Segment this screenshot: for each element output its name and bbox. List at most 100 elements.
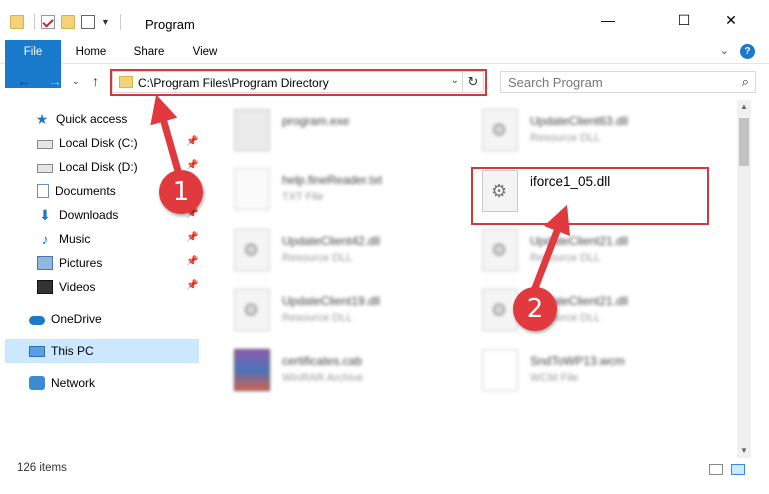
- forward-arrow-icon[interactable]: →: [48, 73, 62, 89]
- pc-icon: [29, 345, 45, 357]
- file-item[interactable]: certificates.cab WinRAR Archive: [212, 345, 452, 393]
- drive-icon: [37, 164, 53, 173]
- file-name: UpdateClient19.dll: [282, 294, 381, 308]
- up-arrow-icon[interactable]: ↑: [92, 73, 99, 89]
- sidebar-item-this-pc[interactable]: This PC: [5, 339, 199, 363]
- sidebar-item-label: Music: [59, 232, 91, 246]
- videos-icon: [37, 280, 53, 294]
- sidebar-item-label: Local Disk (C:): [59, 136, 138, 150]
- help-icon[interactable]: ?: [740, 44, 755, 59]
- file-name: help.fineReader.txt: [282, 173, 383, 187]
- chevron-down-icon[interactable]: ▼: [101, 17, 110, 27]
- documents-icon: [37, 184, 49, 198]
- sidebar-item-music[interactable]: ♪ Music 📌: [37, 227, 200, 251]
- file-type: Resource DLL: [530, 252, 601, 264]
- file-type: TXT File: [282, 191, 324, 203]
- drive-icon: [37, 140, 53, 149]
- window-bottom-edge: [0, 480, 769, 494]
- search-placeholder: Search Program: [508, 75, 603, 90]
- dll-icon: [482, 229, 518, 271]
- sidebar-item-videos[interactable]: Videos 📌: [37, 275, 200, 299]
- tab-share[interactable]: Share: [124, 40, 174, 64]
- details-view-icon[interactable]: [709, 464, 723, 475]
- pin-icon[interactable]: 📌: [186, 232, 198, 243]
- sidebar-item-network[interactable]: Network: [29, 371, 229, 395]
- file-name: program.exe: [282, 114, 350, 128]
- expand-ribbon-icon[interactable]: ⌄: [720, 44, 729, 57]
- sidebar-item-label: Videos: [59, 280, 96, 294]
- step-1-badge: 1: [159, 170, 203, 214]
- dll-icon: [234, 289, 270, 331]
- pin-icon[interactable]: 📌: [186, 160, 198, 171]
- file-item[interactable]: UpdateClient21.dll Resource DLL: [460, 285, 700, 333]
- large-icons-view-icon[interactable]: [731, 464, 745, 475]
- pictures-icon: [37, 256, 53, 270]
- scroll-down-icon[interactable]: ▼: [737, 444, 751, 458]
- file-list: program.exe UpdateClient63.dll Resource …: [204, 100, 738, 456]
- back-arrow-icon[interactable]: ←: [17, 73, 31, 89]
- divider: [119, 14, 121, 30]
- dll-icon: [482, 109, 518, 151]
- sidebar-item-label: Downloads: [59, 208, 119, 222]
- file-item[interactable]: help.fineReader.txt TXT File: [212, 164, 452, 212]
- file-name: UpdateClient21.dll: [530, 234, 629, 248]
- file-name: SndToWP13.wcm: [530, 354, 625, 368]
- sidebar-item-onedrive[interactable]: OneDrive: [29, 307, 229, 331]
- download-icon: ⬇: [39, 207, 51, 223]
- customize-icon[interactable]: [81, 15, 95, 29]
- pin-icon[interactable]: 📌: [186, 280, 198, 291]
- sidebar-item-label: Local Disk (D:): [59, 160, 138, 174]
- new-folder-icon[interactable]: [61, 15, 75, 29]
- quick-access-toolbar: ▼: [10, 14, 121, 30]
- file-item[interactable]: program.exe: [212, 105, 452, 153]
- star-icon: ★: [35, 111, 49, 127]
- title-bar: ▼ Program — ☐ ✕: [0, 0, 769, 40]
- tab-view[interactable]: View: [182, 40, 228, 64]
- sidebar-item-label: OneDrive: [51, 312, 102, 326]
- ribbon-tabs: File Home Share View ⌄ ?: [0, 40, 769, 88]
- maximize-button[interactable]: ☐: [661, 0, 707, 40]
- network-icon: [29, 376, 45, 390]
- file-name: certificates.cab: [282, 354, 363, 368]
- folder-icon[interactable]: [10, 15, 24, 29]
- sidebar-item-label: This PC: [51, 344, 94, 358]
- file-name: UpdateClient63.dll: [530, 114, 629, 128]
- tab-home[interactable]: Home: [67, 40, 115, 64]
- pin-icon[interactable]: 📌: [186, 136, 198, 147]
- step-2-badge: 2: [513, 287, 557, 331]
- exe-icon: [234, 109, 270, 151]
- navigation-pane: ★ Quick access Local Disk (C:) 📌 Local D…: [0, 104, 204, 454]
- file-type: Resource DLL: [530, 132, 601, 144]
- sidebar-item-pictures[interactable]: Pictures 📌: [37, 251, 200, 275]
- music-icon: ♪: [41, 231, 49, 247]
- file-item[interactable]: UpdateClient63.dll Resource DLL: [460, 105, 700, 153]
- wcm-icon: [482, 349, 518, 391]
- status-bar: 126 items: [0, 458, 769, 480]
- file-item[interactable]: SndToWP13.wcm WCM File: [460, 345, 700, 393]
- file-type: WCM File: [530, 372, 579, 384]
- file-name: UpdateClient42.dll: [282, 234, 381, 248]
- search-input[interactable]: Search Program ⌕: [500, 71, 756, 93]
- sidebar-item-label: Quick access: [56, 112, 128, 126]
- divider: [34, 14, 35, 30]
- rar-icon: [234, 349, 270, 391]
- close-button[interactable]: ✕: [708, 0, 754, 40]
- minimize-button[interactable]: —: [585, 0, 631, 40]
- file-item[interactable]: UpdateClient21.dll Resource DLL: [460, 225, 700, 273]
- file-highlight-box: [471, 167, 709, 225]
- sidebar-item-label: Network: [51, 376, 96, 390]
- scroll-up-icon[interactable]: ▲: [737, 100, 751, 114]
- search-icon[interactable]: ⌕: [742, 74, 749, 90]
- file-item[interactable]: UpdateClient19.dll Resource DLL: [212, 285, 452, 333]
- vertical-scrollbar[interactable]: ▲ ▼: [737, 100, 751, 458]
- properties-check-icon[interactable]: [41, 15, 55, 29]
- file-item[interactable]: UpdateClient42.dll Resource DLL: [212, 225, 452, 273]
- sidebar-item-local-disk-c[interactable]: Local Disk (C:) 📌: [37, 131, 200, 155]
- scrollbar-thumb[interactable]: [739, 118, 749, 166]
- recent-locations-chevron-icon[interactable]: ⌄: [72, 76, 80, 87]
- dll-icon: [234, 229, 270, 271]
- cloud-icon: [29, 316, 45, 325]
- file-type: Resource DLL: [282, 252, 353, 264]
- sidebar-item-label: Pictures: [59, 256, 103, 270]
- pin-icon[interactable]: 📌: [186, 256, 198, 267]
